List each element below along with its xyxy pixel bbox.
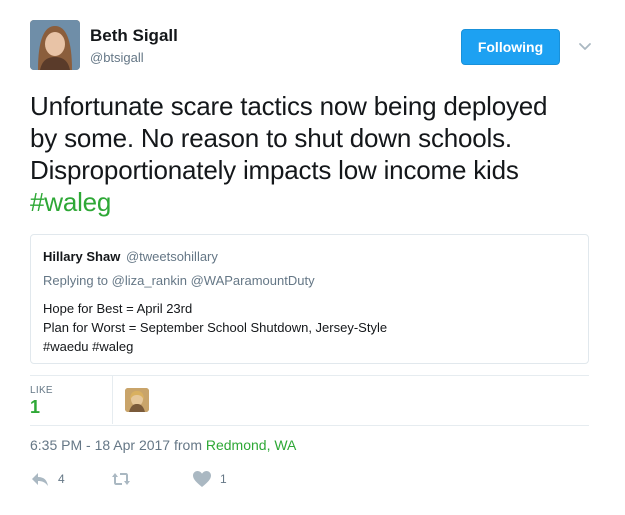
author-avatar[interactable] xyxy=(30,20,80,70)
quoted-tweet-card[interactable]: Hillary Shaw @tweetsohillary Replying to… xyxy=(30,234,589,364)
quoted-body-line: Plan for Worst = September School Shutdo… xyxy=(43,320,388,335)
tweet-text-line: Unfortunate scare tactics now being depl… xyxy=(30,91,548,121)
tweet-location[interactable]: Redmond, WA xyxy=(206,437,297,453)
quoted-body-line: Hope for Best = April 23rd xyxy=(43,301,193,316)
reply-button[interactable]: 4 xyxy=(30,468,65,490)
quoted-reply-context: Replying to @liza_rankin @WAParamountDut… xyxy=(43,273,315,288)
like-button[interactable]: 1 xyxy=(192,468,227,490)
tweet-meta: 6:35 PM - 18 Apr 2017 from Redmond, WA xyxy=(30,437,296,453)
author-name[interactable]: Beth Sigall xyxy=(90,26,178,46)
quoted-author: Hillary Shaw @tweetsohillary xyxy=(43,249,218,264)
reply-count: 4 xyxy=(58,472,65,486)
author-handle[interactable]: @btsigall xyxy=(90,50,144,65)
retweet-icon xyxy=(112,473,130,485)
quoted-tweet-body: Hope for Best = April 23rd Plan for Wors… xyxy=(43,299,387,356)
quoted-author-handle: @tweetsohillary xyxy=(125,249,218,264)
stats-divider-bottom xyxy=(30,425,589,426)
like-stat-label: LIKE xyxy=(30,385,53,396)
stats-separator xyxy=(112,376,113,424)
stats-divider-top xyxy=(30,375,589,376)
chevron-down-icon[interactable] xyxy=(575,36,595,56)
liker-portrait xyxy=(125,388,149,412)
like-count: 1 xyxy=(220,472,227,486)
avatar-portrait xyxy=(30,20,80,70)
retweet-button[interactable] xyxy=(111,468,139,490)
tweet-timestamp[interactable]: 6:35 PM - 18 Apr 2017 from xyxy=(30,437,206,453)
liker-avatar[interactable] xyxy=(125,388,149,412)
heart-icon xyxy=(193,471,211,487)
following-button[interactable]: Following xyxy=(461,29,560,65)
reply-icon xyxy=(32,473,48,486)
like-stat-count[interactable]: 1 xyxy=(30,397,40,418)
hashtag-link[interactable]: #waleg xyxy=(30,186,610,218)
tweet-text: Unfortunate scare tactics now being depl… xyxy=(30,90,610,218)
tweet-text-line: by some. No reason to shut down schools. xyxy=(30,123,512,153)
quoted-body-line: #waedu #waleg xyxy=(43,339,134,354)
tweet-text-line: Disproportionately impacts low income ki… xyxy=(30,155,519,185)
quoted-author-name: Hillary Shaw xyxy=(43,249,121,264)
